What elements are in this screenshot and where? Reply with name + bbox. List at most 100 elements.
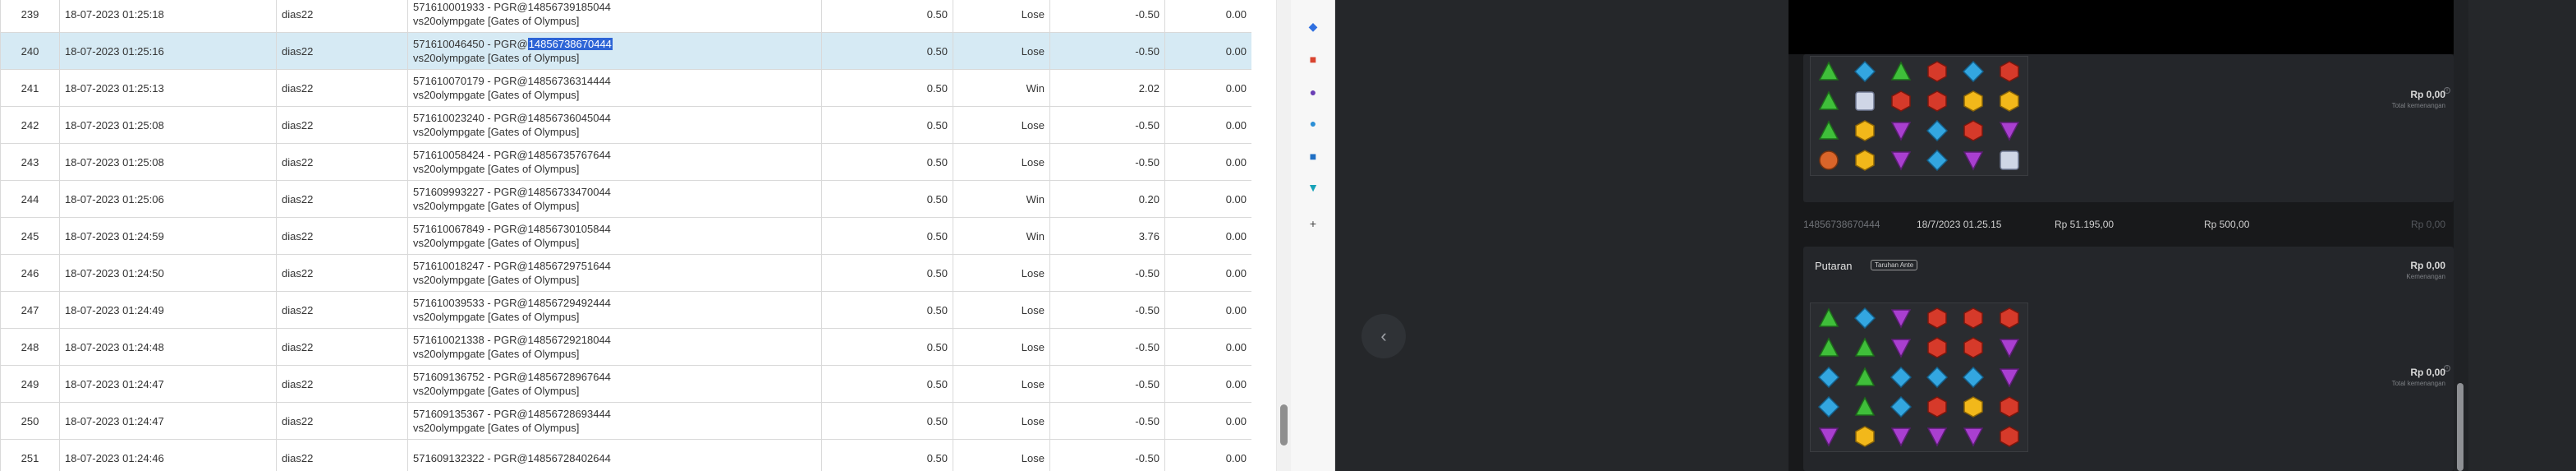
row-result: Lose xyxy=(953,328,1050,366)
table-row[interactable]: 240 18-07-2023 01:25:16 dias22 571610046450… xyxy=(0,32,1251,70)
tag-icon[interactable]: ◆ xyxy=(1305,18,1321,35)
blue-gem-icon xyxy=(1883,362,1919,392)
round-summary-row[interactable]: 14856738670444 18/7/2023 01.25.15 Rp 51.… xyxy=(1803,210,2454,238)
row-winloss: -0.50 xyxy=(1049,365,1165,403)
row-game-name: vs20olympgate [Gates of Olympus] xyxy=(413,348,580,360)
transaction-table: 239 18-07-2023 01:25:18 dias22 571610001933… xyxy=(0,0,1251,471)
table-row[interactable]: 244 18-07-2023 01:25:06 dias22 571609993227… xyxy=(0,180,1251,218)
row-number: 244 xyxy=(0,180,60,218)
game-history-content: i Rp 0,00 Total kemenangan 1485673867044… xyxy=(1789,0,2454,471)
blue-gem-icon xyxy=(1847,57,1883,86)
table-scrollbar[interactable] xyxy=(1276,0,1291,471)
red-gem-icon xyxy=(1955,333,1991,362)
row-result: Win xyxy=(953,69,1050,107)
spin-title: Putaran xyxy=(1815,260,1853,272)
row-transaction-id: 571609136752 - PGR@14856728967644 xyxy=(413,371,611,383)
row-jackpot: 0.00 xyxy=(1164,217,1251,255)
game-scrollbar-thumb[interactable] xyxy=(2457,383,2464,471)
row-jackpot: 0.00 xyxy=(1164,439,1251,471)
row-bet: 0.50 xyxy=(821,254,953,292)
row-description[interactable]: 571609993227 - PGR@14856733470044 vs20oly… xyxy=(407,180,822,218)
row-description[interactable]: 571610070179 - PGR@14856736314444 vs20oly… xyxy=(407,69,822,107)
row-username: dias22 xyxy=(276,254,408,292)
table-row[interactable]: 241 18-07-2023 01:25:13 dias22 571610070179… xyxy=(0,69,1251,107)
round-balance: Rp 51.195,00 xyxy=(2055,219,2115,230)
row-result: Win xyxy=(953,217,1050,255)
row-jackpot: 0.00 xyxy=(1164,69,1251,107)
people-icon[interactable]: ● xyxy=(1305,84,1321,100)
table-row[interactable]: 242 18-07-2023 01:25:08 dias22 571610023240… xyxy=(0,106,1251,144)
red-gem-icon xyxy=(1919,86,1955,116)
row-game-name: vs20olympgate [Gates of Olympus] xyxy=(413,422,580,434)
row-description[interactable]: 571610018247 - PGR@14856729751644 vs20oly… xyxy=(407,254,822,292)
row-result: Lose xyxy=(953,439,1050,471)
outlook-icon[interactable]: ■ xyxy=(1305,148,1321,164)
table-row[interactable]: 243 18-07-2023 01:25:08 dias22 571610058424… xyxy=(0,143,1251,181)
table-row[interactable]: 251 18-07-2023 01:24:46 dias22 571609132322… xyxy=(0,439,1251,471)
row-datetime: 18-07-2023 01:25:16 xyxy=(59,32,277,70)
row-winloss: -0.50 xyxy=(1049,143,1165,181)
row-game-name: vs20olympgate [Gates of Olympus] xyxy=(413,311,580,323)
row-result: Lose xyxy=(953,106,1050,144)
total-win-block: Rp 0,00 Total kemenangan xyxy=(2392,89,2445,109)
row-transaction-id: 571610046450 - PGR@ xyxy=(413,38,528,50)
row-description[interactable]: 571609136752 - PGR@14856728967644 vs20oly… xyxy=(407,365,822,403)
row-game-name: vs20olympgate [Gates of Olympus] xyxy=(413,126,580,138)
row-bet: 0.50 xyxy=(821,180,953,218)
row-description[interactable]: 571610058424 - PGR@14856735767644 vs20oly… xyxy=(407,143,822,181)
total-win-label-bottom: Total kemenangan xyxy=(2391,380,2445,387)
red-gem-icon xyxy=(1955,303,1991,333)
row-description[interactable]: 571609132322 - PGR@14856728402644 xyxy=(407,439,822,471)
row-transaction-id: 571609132322 - PGR@14856728402644 xyxy=(413,451,611,464)
blue-gem-icon xyxy=(1955,57,1991,86)
row-datetime: 18-07-2023 01:25:08 xyxy=(59,106,277,144)
row-transaction-id: 571610039533 - PGR@14856729492444 xyxy=(413,297,611,309)
row-description[interactable]: 571610001933 - PGR@14856739185044 vs20oly… xyxy=(407,0,822,33)
chevron-left-icon: ‹ xyxy=(1380,326,1387,346)
row-description[interactable]: 571610021338 - PGR@14856729218044 vs20oly… xyxy=(407,328,822,366)
row-datetime: 18-07-2023 01:24:47 xyxy=(59,365,277,403)
row-bet: 0.50 xyxy=(821,217,953,255)
row-username: dias22 xyxy=(276,217,408,255)
row-number: 240 xyxy=(0,32,60,70)
add-icon[interactable]: + xyxy=(1305,215,1321,232)
copilot-icon[interactable]: ● xyxy=(1305,115,1321,132)
row-winloss: -0.50 xyxy=(1049,32,1165,70)
row-description[interactable]: 571610023240 - PGR@14856736045044 vs20oly… xyxy=(407,106,822,144)
row-username: dias22 xyxy=(276,402,408,440)
toolbox-icon[interactable]: ■ xyxy=(1305,51,1321,67)
table-row[interactable]: 246 18-07-2023 01:24:50 dias22 571610018247… xyxy=(0,254,1251,292)
row-username: dias22 xyxy=(276,291,408,329)
selected-text[interactable]: 14856738670444 xyxy=(527,38,613,50)
row-description[interactable]: 571609135367 - PGR@14856728693444 vs20oly… xyxy=(407,402,822,440)
row-transaction-id: 571610021338 - PGR@14856729218044 xyxy=(413,334,611,346)
row-datetime: 18-07-2023 01:25:13 xyxy=(59,69,277,107)
row-result: Win xyxy=(953,180,1050,218)
table-row[interactable]: 245 18-07-2023 01:24:59 dias22 571610067849… xyxy=(0,217,1251,255)
row-jackpot: 0.00 xyxy=(1164,291,1251,329)
game-scrollbar[interactable] xyxy=(2454,0,2468,471)
row-datetime: 18-07-2023 01:25:08 xyxy=(59,143,277,181)
table-row[interactable]: 247 18-07-2023 01:24:49 dias22 571610039533… xyxy=(0,291,1251,329)
shopping-cart-icon[interactable]: ▼ xyxy=(1305,179,1321,196)
row-winloss: -0.50 xyxy=(1049,106,1165,144)
row-username: dias22 xyxy=(276,365,408,403)
table-row[interactable]: 248 18-07-2023 01:24:48 dias22 571610021338… xyxy=(0,328,1251,366)
row-description[interactable]: 571610046450 - PGR@14856738670444 vs20oly… xyxy=(407,32,822,70)
row-description[interactable]: 571610039533 - PGR@14856729492444 vs20oly… xyxy=(407,291,822,329)
purple-gem-icon xyxy=(1883,303,1919,333)
table-row[interactable]: 239 18-07-2023 01:25:18 dias22 571610001933… xyxy=(0,0,1251,33)
row-winloss: -0.50 xyxy=(1049,328,1165,366)
yellow-gem-icon xyxy=(1955,392,1991,422)
row-winloss: -0.50 xyxy=(1049,0,1165,33)
row-description[interactable]: 571610067849 - PGR@14856730105844 vs20oly… xyxy=(407,217,822,255)
blue-gem-icon xyxy=(1811,362,1847,392)
green-gem-icon xyxy=(1811,57,1847,86)
table-row[interactable]: 250 18-07-2023 01:24:47 dias22 571609135367… xyxy=(0,402,1251,440)
back-button[interactable]: ‹ xyxy=(1361,314,1406,358)
table-row[interactable]: 249 18-07-2023 01:24:47 dias22 571609136752… xyxy=(0,365,1251,403)
round-card-bottom: Putaran Taruhan Ante Rp 0,00 Kemenangan … xyxy=(1803,247,2454,471)
total-win-value-bottom: Rp 0,00 xyxy=(2410,367,2445,378)
table-scrollbar-thumb[interactable] xyxy=(1280,404,1288,446)
round-win: Rp 0,00 xyxy=(2410,219,2445,230)
